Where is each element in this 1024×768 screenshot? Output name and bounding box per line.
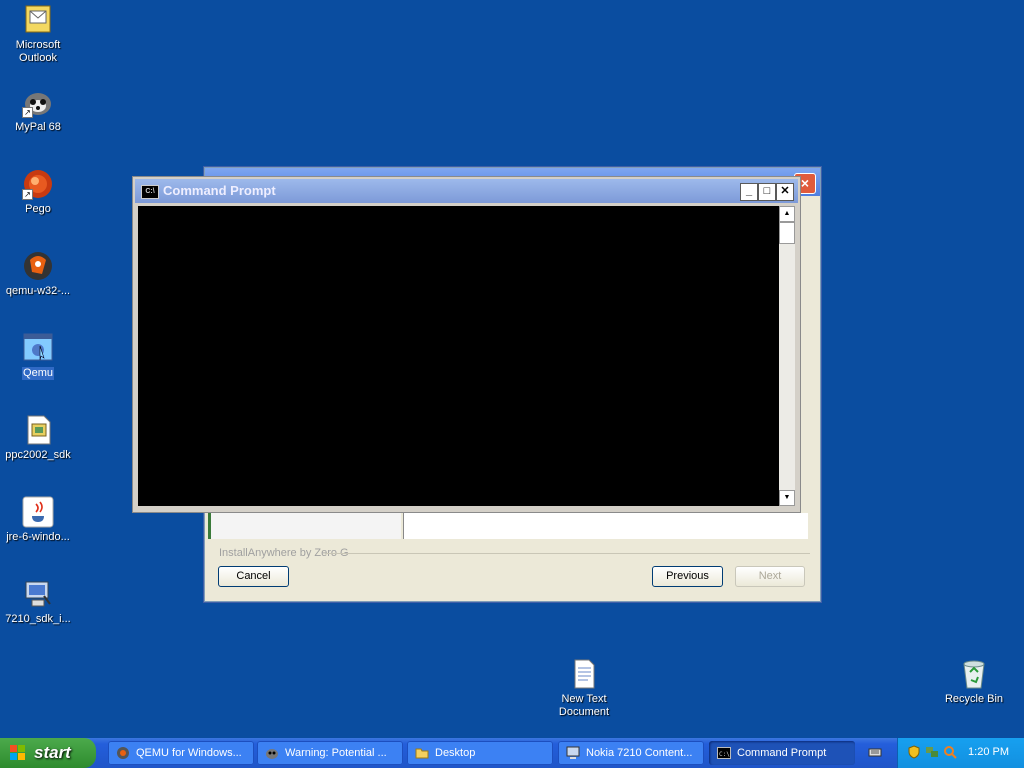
taskbar-item-nokia[interactable]: Nokia 7210 Content... — [558, 741, 704, 765]
next-button[interactable]: Next — [735, 566, 805, 587]
taskbar-item-command-prompt[interactable]: C:\ Command Prompt — [709, 741, 855, 765]
maximize-button[interactable]: □ — [758, 183, 776, 201]
scroll-thumb[interactable] — [779, 222, 795, 244]
command-prompt-titlebar[interactable]: C:\ Command Prompt _ □ ✕ — [135, 179, 798, 203]
desktop-icon-label: MyPal 68 — [15, 121, 61, 133]
desktop-icon-label: New Text Document — [558, 693, 610, 718]
minimize-button[interactable]: _ — [740, 183, 758, 201]
desktop-icon-mypal[interactable]: ↗ MyPal 68 — [0, 86, 76, 134]
installer-task-icon — [566, 746, 580, 760]
mypal-icon: ↗ — [22, 86, 54, 118]
installer-separator — [325, 553, 810, 554]
windows-logo-icon — [10, 745, 26, 761]
setup-icon — [22, 414, 54, 446]
taskbar-item-label: Desktop — [435, 747, 476, 759]
java-icon — [22, 496, 54, 528]
taskbar-item-label: Command Prompt — [737, 747, 827, 759]
cmd-task-icon: C:\ — [717, 746, 731, 760]
previous-button[interactable]: Previous — [652, 566, 723, 587]
installer-icon — [22, 578, 54, 610]
desktop-icon-qemu[interactable]: Qemu — [0, 332, 76, 380]
folder-icon — [415, 746, 429, 760]
clock[interactable]: 1:20 PM — [968, 746, 1009, 758]
vertical-scrollbar[interactable]: ▲ ▼ — [779, 206, 795, 506]
scroll-down-icon[interactable]: ▼ — [779, 490, 795, 506]
taskbar-item-desktop[interactable]: Desktop — [407, 741, 553, 765]
desktop-icon-label: qemu-w32-... — [5, 285, 71, 297]
svg-text:C:\: C:\ — [719, 751, 730, 758]
start-button[interactable]: start — [0, 738, 96, 768]
taskbar-item-label: QEMU for Windows... — [136, 747, 242, 759]
qemu-installer-icon — [22, 250, 54, 282]
outlook-icon — [22, 4, 54, 36]
start-label: start — [34, 743, 71, 762]
taskbar-item-qemu[interactable]: QEMU for Windows... — [108, 741, 254, 765]
qemu-task-icon — [116, 746, 130, 760]
taskbar-item-label: Nokia 7210 Content... — [586, 747, 693, 759]
desktop-icon-label: jre-6-windo... — [6, 531, 70, 543]
network-icon[interactable] — [925, 745, 939, 759]
cmd-window-icon: C:\ — [141, 185, 159, 199]
desktop-icon-label: Recycle Bin — [944, 693, 1004, 705]
taskbar-item-warning[interactable]: Warning: Potential ... — [257, 741, 403, 765]
desktop-icon-recycle-bin[interactable]: Recycle Bin — [936, 658, 1012, 706]
installer-side-panel — [208, 513, 401, 539]
desktop-icon-new-text-document[interactable]: New Text Document — [546, 658, 622, 719]
taskbar-item-label: Warning: Potential ... — [285, 747, 387, 759]
shortcut-arrow-icon: ↗ — [22, 189, 33, 200]
pego-icon: ↗ — [22, 168, 54, 200]
desktop-icon-label: ppc2002_sdk — [5, 449, 71, 461]
desktop-icon-label: Microsoft Outlook — [15, 39, 61, 64]
cancel-button[interactable]: Cancel — [218, 566, 289, 587]
search-icon[interactable] — [943, 745, 957, 759]
keyboard-icon[interactable] — [868, 745, 882, 759]
text-document-icon — [568, 658, 600, 690]
desktop-icon-label: Pego — [25, 203, 51, 215]
close-button[interactable]: ✕ — [776, 183, 794, 201]
shortcut-arrow-icon: ↗ — [22, 107, 33, 118]
desktop-icon-outlook[interactable]: Microsoft Outlook — [0, 4, 76, 65]
command-prompt-window[interactable]: C:\ Command Prompt _ □ ✕ ▲ ▼ — [132, 176, 801, 513]
desktop-icon-ppc2002-sdk[interactable]: ppc2002_sdk — [0, 414, 76, 462]
scroll-up-icon[interactable]: ▲ — [779, 206, 795, 222]
qemu-icon — [22, 332, 54, 364]
taskbar: start QEMU for Windows... Warning: Poten… — [0, 738, 1024, 768]
security-shield-icon[interactable] — [907, 745, 921, 759]
desktop-icon-qemu-installer[interactable]: qemu-w32-... — [0, 250, 76, 298]
desktop-icon-label: Qemu — [22, 367, 54, 380]
desktop-icon-7210-sdk[interactable]: 7210_sdk_i... — [0, 578, 76, 626]
desktop-icon-jre[interactable]: jre-6-windo... — [0, 496, 76, 544]
system-tray: 1:20 PM — [897, 738, 1024, 768]
recycle-bin-icon — [958, 658, 990, 690]
desktop-icon-label: 7210_sdk_i... — [5, 613, 71, 625]
mypal-task-icon — [265, 746, 279, 760]
console-area[interactable] — [138, 206, 779, 506]
desktop-icon-pego[interactable]: ↗ Pego — [0, 168, 76, 216]
installer-content-panel — [403, 513, 808, 539]
window-title: Command Prompt — [163, 183, 276, 198]
